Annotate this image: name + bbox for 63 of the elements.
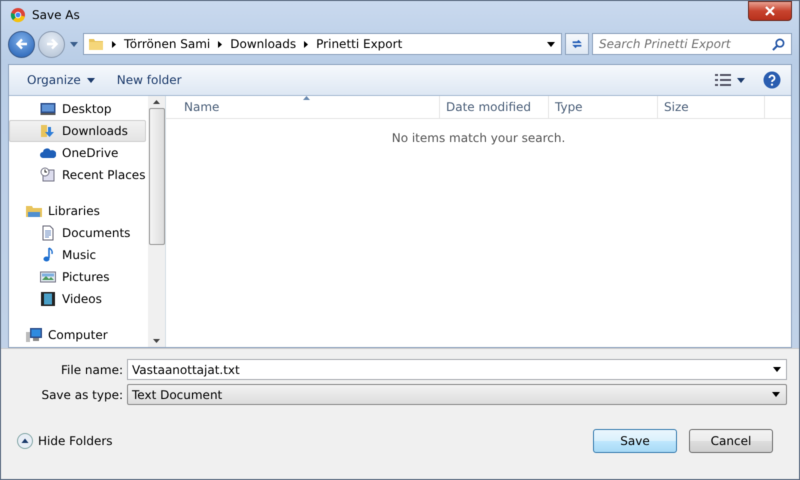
collapse-icon [17,433,33,449]
sidebar-item[interactable]: Downloads [9,120,146,142]
sidebar-item[interactable]: Pictures [9,266,146,288]
empty-message: No items match your search. [390,131,566,145]
help-icon [763,71,781,89]
close-button[interactable] [748,1,792,21]
save-button[interactable]: Save [593,429,677,453]
file-name-label: File name: [60,362,124,376]
caret-icon [86,78,95,82]
back-button[interactable] [8,30,35,58]
chevron-icon[interactable] [218,40,222,48]
chevron-icon[interactable] [304,40,308,48]
library-folder-icon [26,203,42,219]
sidebar-item[interactable]: Libraries [9,200,146,222]
refresh-button[interactable] [565,33,589,55]
sort-arrow-icon [302,96,310,100]
scroll-down-icon[interactable] [153,339,160,343]
folder-icon [88,36,104,52]
address-bar[interactable]: Törrönen Sami Downloads Prinetti Export [83,33,562,55]
download-folder-icon [40,123,56,139]
cancel-button[interactable]: Cancel [689,429,773,453]
forward-button[interactable] [38,30,65,58]
sidebar-item[interactable]: Computer [9,324,146,346]
breadcrumb-item[interactable]: Prinetti Export [316,37,402,51]
save-as-type-label: Save as type: [40,388,124,402]
new-folder-button[interactable]: New folder [108,69,190,91]
column-header[interactable]: Name [166,96,440,118]
scrollbar[interactable] [148,96,165,347]
sidebar-item[interactable]: Music [9,244,146,266]
sidebar-item[interactable]: Desktop [9,98,146,120]
column-header[interactable]: Date modified [440,96,549,118]
sidebar-item[interactable]: Videos [9,288,146,310]
sidebar-item[interactable]: Recent Places [9,164,146,186]
scroll-thumb[interactable] [148,108,164,245]
list-view-icon [715,74,731,86]
browser-icon [10,7,26,23]
monitor-icon [40,101,56,117]
search-field[interactable]: Search Prinetti Export [592,33,792,55]
refresh-icon [570,37,584,51]
left-arrow-icon [14,36,30,52]
dropdown-icon[interactable] [773,367,781,372]
sidebar-item[interactable]: OneDrive [9,142,146,164]
computer-icon [26,327,42,343]
search-icon [772,38,785,50]
column-header[interactable]: Size [658,96,765,118]
window-title: Save As [32,8,80,22]
caret-icon [737,78,745,82]
column-header[interactable]: Type [549,96,658,118]
breadcrumb-item[interactable]: Downloads [230,37,296,51]
file-name-field[interactable]: Vastaanottajat.txt [127,359,787,380]
dropdown-icon[interactable] [547,42,555,46]
breadcrumb-item[interactable]: Törrönen Sami [124,37,210,51]
scroll-up-icon[interactable] [153,100,160,104]
clock-icon [40,167,56,183]
save-as-type-dropdown[interactable]: Text Document [127,384,787,405]
organize-button[interactable]: Organize [19,69,103,91]
sidebar-item[interactable]: Documents [9,222,146,244]
chevron-icon[interactable] [112,40,116,48]
close-icon [765,6,775,16]
dropdown-icon [772,392,780,397]
document-icon [40,225,56,241]
hide-folders-button[interactable]: Hide Folders [5,433,125,449]
image-icon [40,269,56,285]
